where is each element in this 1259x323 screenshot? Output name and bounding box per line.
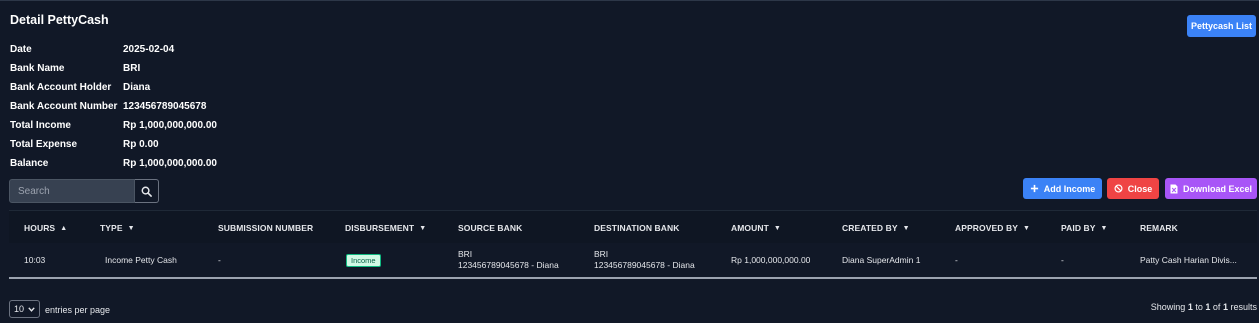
file-excel-icon [1170, 184, 1178, 193]
disbursement-badge: Income [346, 254, 381, 267]
detail-row-date: Date 2025-02-04 [10, 40, 217, 59]
add-income-label: Add Income [1043, 183, 1096, 194]
column-header-label: APPROVED BY [955, 223, 1018, 233]
column-header-disbursement[interactable]: DISBURSEMENT ▼ [345, 223, 426, 233]
entries-per-page-select[interactable]: 10 [9, 300, 40, 318]
column-header-approved-by[interactable]: APPROVED BY ▼ [955, 223, 1030, 233]
chevron-down-icon [28, 306, 35, 312]
search-button[interactable] [135, 179, 159, 203]
close-button[interactable]: Close [1107, 178, 1159, 199]
search-bar [9, 179, 159, 203]
entries-per-page-value: 10 [13, 304, 24, 314]
results-of-word: of [1212, 302, 1221, 312]
plus-icon [1030, 184, 1038, 193]
pettycash-list-button[interactable]: Pettycash List [1187, 15, 1256, 37]
cell-paid-by: - [1061, 255, 1064, 265]
sort-down-icon: ▼ [1100, 224, 1108, 232]
cell-destination-bank-name: BRI [594, 249, 609, 259]
sort-down-icon: ▼ [902, 224, 910, 232]
entries-per-page-label: entries per page [45, 305, 111, 315]
cell-source-bank-account: 123456789045678 - Diana [458, 260, 559, 270]
column-header-label: DISBURSEMENT [345, 223, 415, 233]
detail-label: Bank Name [10, 63, 65, 74]
column-header-label: REMARK [1140, 223, 1178, 233]
column-header-label: CREATED BY [842, 223, 898, 233]
pettycash-list-label: Pettycash List [1190, 21, 1253, 31]
detail-value: 123456789045678 [123, 101, 207, 112]
column-header-label: AMOUNT [731, 223, 769, 233]
detail-value: Rp 1,000,000,000.00 [123, 120, 217, 131]
detail-label: Bank Account Holder [10, 82, 112, 93]
column-header-label: HOURS [24, 223, 56, 233]
add-income-button[interactable]: Add Income [1023, 178, 1102, 199]
column-header-submission-number: SUBMISSION NUMBER [218, 223, 313, 233]
column-header-label: SUBMISSION NUMBER [218, 223, 314, 233]
column-header-label: TYPE [100, 223, 123, 233]
pettycash-details: Date 2025-02-04 Bank Name BRI Bank Accou… [10, 40, 217, 173]
search-icon [141, 186, 152, 197]
detail-value: 2025-02-04 [123, 44, 175, 55]
column-header-destination-bank: DESTINATION BANK [594, 223, 680, 233]
detail-label: Total Income [10, 120, 71, 131]
results-prefix: Showing [1150, 302, 1186, 312]
cell-remark: Patty Cash Harian Divis... [1140, 255, 1237, 265]
detail-value: Diana [123, 82, 151, 93]
detail-row-total-income: Total Income Rp 1,000,000,000.00 [10, 116, 217, 135]
column-header-label: PAID BY [1061, 223, 1096, 233]
detail-row-account-number: Bank Account Number 123456789045678 [10, 97, 217, 116]
table-header: HOURS ▲ TYPE ▼ SUBMISSION NUMBER DISBURS… [9, 210, 1257, 243]
column-header-created-by[interactable]: CREATED BY ▼ [842, 223, 910, 233]
pettycash-table: HOURS ▲ TYPE ▼ SUBMISSION NUMBER DISBURS… [9, 210, 1257, 279]
column-header-paid-by[interactable]: PAID BY ▼ [1061, 223, 1108, 233]
column-header-label: DESTINATION BANK [594, 223, 680, 233]
page-title: Detail PettyCash [10, 13, 109, 27]
sort-down-icon: ▼ [127, 224, 135, 232]
cell-approved-by: - [955, 255, 958, 265]
table-row[interactable]: 10:03 Income Petty Cash - Income BRI 123… [9, 243, 1257, 279]
search-input[interactable] [9, 179, 135, 203]
cell-type: Income Petty Cash [105, 255, 177, 265]
results-from: 1 [1187, 302, 1193, 312]
detail-label: Total Expense [10, 139, 78, 150]
cell-hours: 10:03 [24, 255, 46, 265]
detail-row-balance: Balance Rp 1,000,000,000.00 [10, 154, 217, 173]
column-header-type[interactable]: TYPE ▼ [100, 223, 135, 233]
detail-row-total-expense: Total Expense Rp 0.00 [10, 135, 217, 154]
results-to: 1 [1205, 302, 1211, 312]
detail-row-bank-name: Bank Name BRI [10, 59, 217, 78]
results-suffix: results [1230, 302, 1257, 312]
detail-value: Rp 1,000,000,000.00 [123, 158, 217, 169]
cell-amount: Rp 1,000,000,000.00 [731, 255, 811, 265]
results-summary: Showing 1 to 1 of 1 results [1151, 302, 1257, 312]
detail-label: Balance [10, 158, 49, 169]
detail-row-account-holder: Bank Account Holder Diana [10, 78, 217, 97]
cell-submission-number: - [218, 255, 221, 265]
column-header-amount[interactable]: AMOUNT ▼ [731, 223, 781, 233]
download-excel-button[interactable]: Download Excel [1165, 178, 1257, 199]
column-header-remark: REMARK [1140, 223, 1178, 233]
detail-value: Rp 0.00 [123, 139, 159, 150]
cell-destination-bank-account: 123456789045678 - Diana [594, 260, 695, 270]
sort-down-icon: ▼ [773, 224, 781, 232]
cell-created-by: Diana SuperAdmin 1 [842, 255, 921, 265]
cell-source-bank-name: BRI [458, 249, 473, 259]
column-header-source-bank: SOURCE BANK [458, 223, 522, 233]
column-header-hours[interactable]: HOURS ▲ [24, 223, 67, 233]
ban-icon [1114, 184, 1123, 193]
sort-up-icon: ▲ [60, 224, 68, 232]
detail-value: BRI [123, 63, 141, 74]
column-header-label: SOURCE BANK [458, 223, 523, 233]
results-total: 1 [1222, 302, 1228, 312]
sort-down-icon: ▼ [419, 224, 427, 232]
close-label: Close [1127, 183, 1153, 194]
sort-down-icon: ▼ [1022, 224, 1031, 232]
detail-label: Date [10, 44, 32, 55]
download-excel-label: Download Excel [1182, 183, 1253, 194]
results-to-word: to [1195, 302, 1203, 312]
detail-label: Bank Account Number [10, 101, 118, 112]
